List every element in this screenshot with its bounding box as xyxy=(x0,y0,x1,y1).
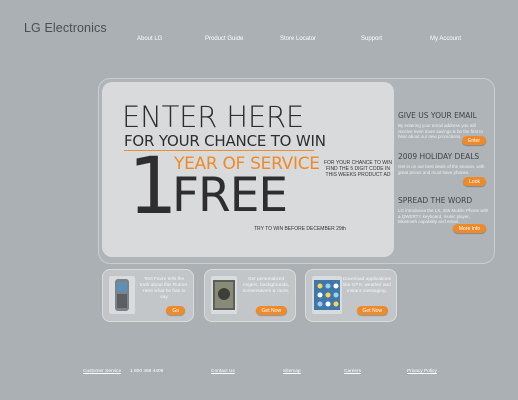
card-favre-text: Text Favre tells the truth about this Ru… xyxy=(139,277,189,300)
card-apps[interactable]: Download applications like GPS, weather … xyxy=(305,269,397,322)
card-ringers-text: Get personalized ringers, backgrounds, s… xyxy=(242,277,290,294)
sidebar-spread: SPREAD THE WORD LG introduces the LX, 36… xyxy=(398,196,490,238)
footer-sitemap[interactable]: Sitemap xyxy=(283,369,301,374)
sidebar-spread-title: SPREAD THE WORD xyxy=(398,196,473,205)
hero-number: 1 xyxy=(128,142,178,232)
top-nav: About LG Product Guide Store Locator Sup… xyxy=(0,36,518,48)
nav-my-account[interactable]: My Account xyxy=(430,36,461,42)
apps-thumbnail xyxy=(312,276,342,314)
nav-store-locator[interactable]: Store Locator xyxy=(280,36,316,42)
footer: Customer Service 1 800 469 4409 Contact … xyxy=(0,369,518,379)
hero-promo-text: FOR YOUR CHANCE TO WIN FIND THE 5 DIGIT … xyxy=(323,160,393,178)
hero-deadline: TRY TO WIN BEFORE DECEMBER 29th xyxy=(254,226,346,232)
get-now-button[interactable]: Get Now xyxy=(356,306,388,315)
hero-headline: ENTER HERE xyxy=(122,100,305,134)
logo[interactable]: LG Electronics xyxy=(24,21,107,35)
footer-customer-service[interactable]: Customer Service xyxy=(83,369,121,374)
enter-button[interactable]: Enter xyxy=(462,136,486,145)
footer-privacy-policy[interactable]: Privacy Policy xyxy=(407,369,437,374)
footer-careers[interactable]: Careers xyxy=(344,369,361,374)
footer-contact-us[interactable]: Contact Us xyxy=(211,369,235,374)
hero-free: FREE xyxy=(172,168,288,223)
get-now-button[interactable]: Get Now xyxy=(255,306,287,315)
nav-support[interactable]: Support xyxy=(361,36,382,42)
sidebar-holiday: 2009 HOLIDAY DEALS Get in on our best de… xyxy=(398,152,490,188)
card-ringers[interactable]: Get personalized ringers, backgrounds, s… xyxy=(204,269,296,322)
sidebar-holiday-body: Get in on our best deals of the season, … xyxy=(398,164,485,175)
sidebar-email: GIVE US YOUR EMAIL By entering your emai… xyxy=(398,111,490,147)
nav-about-lg[interactable]: About LG xyxy=(137,36,162,42)
card-favre[interactable]: Text Favre tells the truth about this Ru… xyxy=(102,269,194,322)
wallpaper-thumbnail xyxy=(211,276,237,314)
go-button[interactable]: Go xyxy=(166,306,185,315)
sidebar-holiday-title: 2009 HOLIDAY DEALS xyxy=(398,152,480,161)
phone-thumbnail xyxy=(109,276,135,314)
footer-phone: 1 800 469 4409 xyxy=(130,369,164,374)
hero-banner[interactable]: ENTER HERE FOR YOUR CHANCE TO WIN 1 YEAR… xyxy=(102,82,394,257)
sidebar-spread-body: LG introduces the LX, 365 Mobile Phone w… xyxy=(398,208,489,224)
sidebar-email-title: GIVE US YOUR EMAIL xyxy=(398,111,477,120)
nav-product-guide[interactable]: Product Guide xyxy=(205,36,243,42)
more-info-button[interactable]: More Info xyxy=(452,224,486,233)
look-button[interactable]: Look xyxy=(463,177,486,186)
card-apps-text: Download applications like GPS, weather … xyxy=(343,277,391,294)
